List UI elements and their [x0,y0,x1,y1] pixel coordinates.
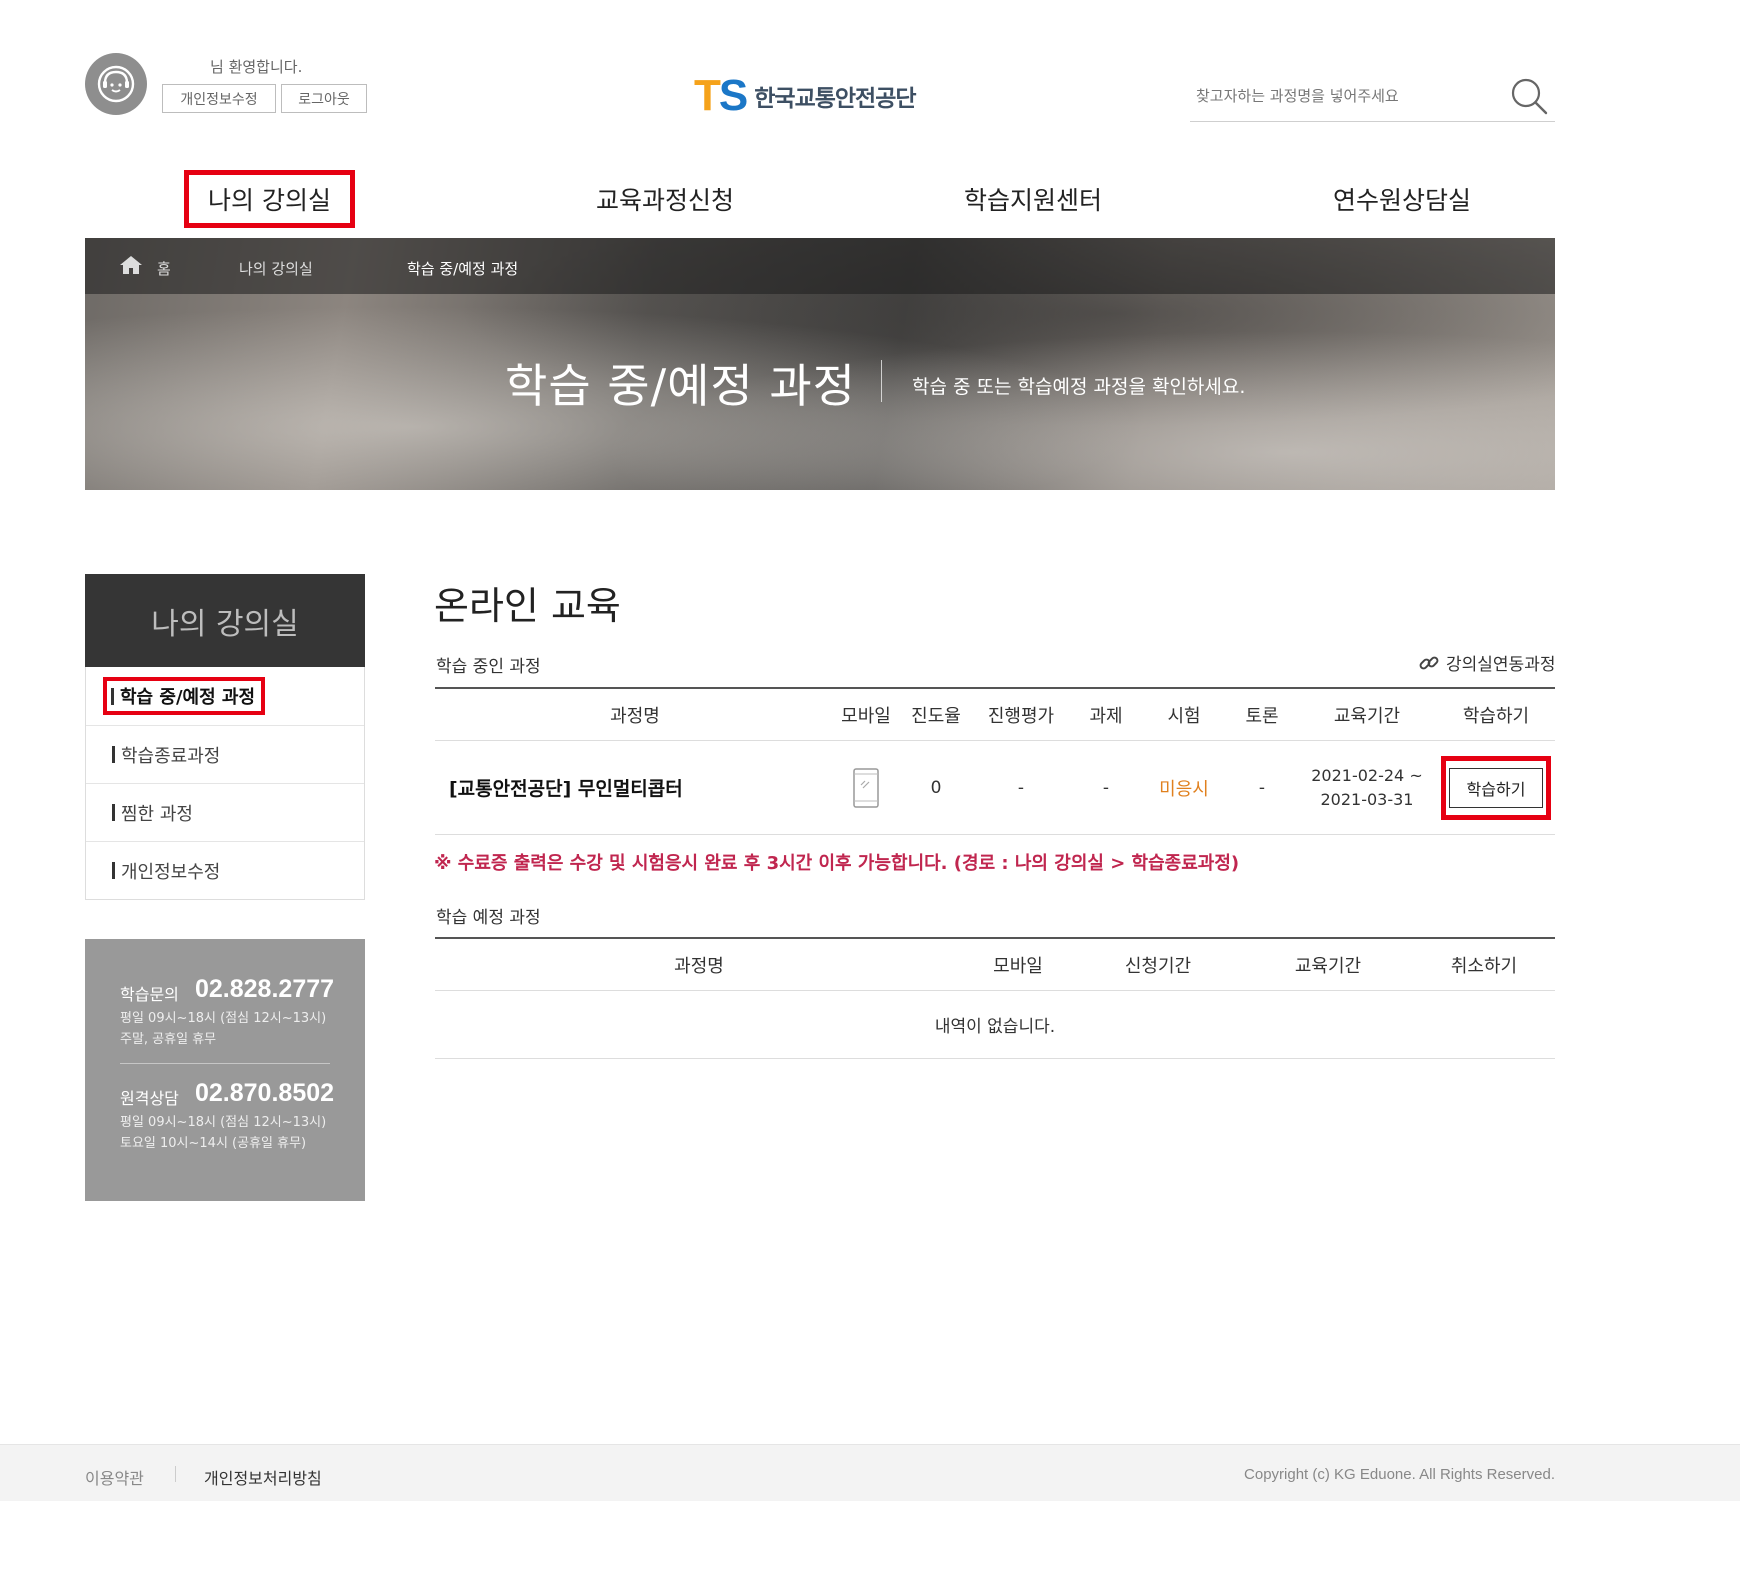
sidebar-item-profile[interactable]: 개인정보수정 [86,841,364,899]
gnb-course-application[interactable]: 교육과정신청 [555,170,775,228]
col-course: 과정명 [674,956,724,977]
period-start: 2021-02-24 ~ [1311,765,1423,785]
main-navigation: 나의 강의실 교육과정신청 학습지원센터 연수원상담실 [85,170,1555,238]
table-header: 과정명 모바일 신청기간 교육기간 취소하기 [435,937,1555,991]
breadcrumb-home[interactable]: 홈 [157,258,171,279]
contact-box: 학습문의 02.828.2777 평일 09시~18시 (점심 12시~13시)… [85,939,365,1201]
assignment-value: - [1102,777,1110,798]
footer-terms-link[interactable]: 이용약관 [85,1465,144,1489]
active-highlight: 학습 중/예정 과정 [103,677,266,715]
linked-course-link[interactable]: 강의실연동과정 [1418,650,1555,675]
footer-privacy-link[interactable]: 개인정보처리방침 [204,1465,322,1489]
mobile-phone-icon [831,741,901,834]
col-cancel: 취소하기 [1450,956,1518,977]
breadcrumb-current: 학습 중/예정 과정 [407,260,519,278]
course-name[interactable]: [교통안전공단] 무인멀티콥터 [449,741,829,834]
home-icon[interactable] [119,254,143,276]
exam-status[interactable]: 미응시 [1141,741,1227,834]
user-avatar-icon [85,53,147,115]
sidebar-item-wishlist[interactable]: 찜한 과정 [86,783,364,841]
logo-mark: TS [694,71,748,120]
remote-hours-2: 토요일 10시~14시 (공휴일 휴무) [120,1136,307,1151]
progress-value: 0 [930,777,942,798]
search-icon[interactable] [1509,76,1549,116]
empty-message: 내역이 없습니다. [934,1017,1056,1037]
bullet-bar [112,862,115,879]
scheduled-table: 과정명 모바일 신청기간 교육기간 취소하기 내역이 없습니다. [435,937,1555,1059]
education-period: 2021-02-24 ~ 2021-03-31 [1297,741,1437,834]
sidebar-item-in-progress[interactable]: 학습 중/예정 과정 [86,667,364,725]
remote-hours-1: 평일 09시~18시 (점심 12시~13시) [120,1115,327,1130]
search-box [1190,72,1555,122]
banner-divider [881,360,882,402]
col-period: 교육기간 [1333,706,1401,727]
site-header: 님 환영합니다. 개인정보수정 로그아웃 TS 한국교통안전공단 [0,0,1740,140]
sidebar-item-label: 학습 중/예정 과정 [120,687,256,708]
in-progress-table: 과정명 모바일 진도율 진행평가 과제 시험 토론 교육기간 학습하기 [교통안… [435,687,1555,835]
remote-support-label: 원격상담 [120,1089,179,1108]
sidebar-item-completed[interactable]: 학습종료과정 [86,725,364,783]
table-header: 과정명 모바일 진도율 진행평가 과제 시험 토론 교육기간 학습하기 [435,687,1555,741]
learning-inquiry-number: 02.828.2777 [195,975,335,1003]
learning-inquiry-label: 학습문의 [120,985,179,1004]
col-period: 교육기간 [1294,956,1362,977]
learning-hours-2: 주말, 공휴일 휴무 [120,1032,217,1047]
logout-button[interactable]: 로그아웃 [281,84,367,113]
gnb-my-classroom[interactable]: 나의 강의실 [184,170,355,228]
sidebar-item-label: 찜한 과정 [121,803,193,825]
bullet-bar [112,804,115,821]
col-exam: 시험 [1167,706,1201,727]
col-course: 과정명 [610,706,660,727]
certificate-notice: ※ 수료증 출력은 수강 및 시험응시 완료 후 3시간 이후 가능합니다. (… [434,853,1240,874]
footer-separator [175,1466,176,1482]
discussion-value: - [1258,777,1266,798]
scheduled-section-label: 학습 예정 과정 [436,908,541,928]
banner-title: 학습 중/예정 과정 [505,359,856,413]
remote-support-number: 02.870.8502 [195,1079,335,1107]
contact-divider [120,1063,330,1064]
sidebar-title: 나의 강의실 [85,574,365,667]
gnb-counseling[interactable]: 연수원상담실 [1292,170,1512,228]
banner-subtitle: 학습 중 또는 학습예정 과정을 확인하세요. [912,376,1246,398]
breadcrumb: 홈 나의 강의실 학습 중/예정 과정 [85,238,1555,294]
period-end: 2021-03-31 [1320,789,1414,809]
site-logo[interactable]: TS 한국교통안전공단 [694,71,917,120]
in-progress-section-label: 학습 중인 과정 [436,657,541,677]
col-mobile: 모바일 [841,706,891,727]
bullet-bar [112,746,115,763]
col-progress: 진도율 [911,706,961,727]
link-icon [1418,652,1440,674]
table-row: 내역이 없습니다. [435,991,1555,1059]
gnb-learning-support[interactable]: 학습지원센터 [923,170,1143,228]
welcome-message: 님 환영합니다. [210,58,303,76]
col-apply-period: 신청기간 [1124,956,1192,977]
table-row: [교통안전공단] 무인멀티콥터 0 - - 미응시 - 2021-02-24 ~… [435,741,1555,835]
study-button-highlight: 학습하기 [1441,755,1551,820]
learning-hours-1: 평일 09시~18시 (점심 12시~13시) [120,1011,327,1026]
evaluation-value: - [1017,777,1025,798]
sidebar-item-label: 개인정보수정 [121,861,221,883]
logo-name: 한국교통안전공단 [754,86,916,112]
linked-course-label: 강의실연동과정 [1446,655,1556,675]
study-button[interactable]: 학습하기 [1449,767,1543,808]
copyright: Copyright (c) KG Eduone. All Rights Rese… [1244,1466,1555,1483]
sidebar-item-label: 학습종료과정 [121,745,221,767]
breadcrumb-my-classroom[interactable]: 나의 강의실 [239,258,313,279]
sidebar-menu: 학습 중/예정 과정 학습종료과정 찜한 과정 개인정보수정 [85,667,365,900]
edit-profile-button[interactable]: 개인정보수정 [162,84,276,113]
site-footer: 이용약관 개인정보처리방침 Copyright (c) KG Eduone. A… [0,1444,1740,1501]
col-mobile: 모바일 [993,956,1043,977]
bullet-bar [111,687,114,705]
col-discussion: 토론 [1245,706,1279,727]
page-banner: 홈 나의 강의실 학습 중/예정 과정 학습 중/예정 과정 학습 중 또는 학… [85,238,1555,490]
action-cell: 학습하기 [1437,741,1555,834]
search-input[interactable] [1196,82,1496,110]
col-action: 학습하기 [1462,706,1530,727]
page-title: 온라인 교육 [434,584,621,628]
col-evaluation: 진행평가 [987,706,1055,727]
col-assignment: 과제 [1089,706,1123,727]
